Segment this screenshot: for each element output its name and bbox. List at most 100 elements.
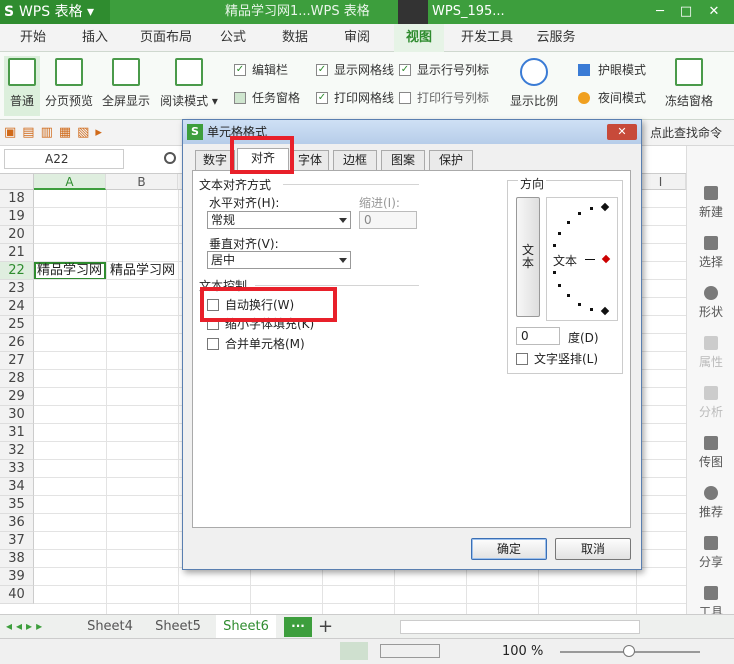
quick-access-icons[interactable]: ▣▤▥▦▧▸ bbox=[4, 125, 154, 141]
column-header-b[interactable]: B bbox=[106, 174, 178, 190]
merge-cells-checkbox[interactable]: 合并单元格(M) bbox=[207, 336, 305, 352]
tab-pattern[interactable]: 图案 bbox=[381, 150, 425, 170]
night-mode[interactable]: 夜间模式 bbox=[578, 88, 646, 108]
row-header[interactable]: 40 bbox=[0, 586, 34, 604]
cancel-button[interactable]: 取消 bbox=[555, 538, 631, 560]
column-header-a[interactable]: A bbox=[34, 174, 106, 190]
sidebar-item-property[interactable]: 属性 bbox=[687, 336, 734, 370]
check-show-gridlines[interactable]: ✓ 显示网格线 bbox=[316, 60, 394, 80]
row-header[interactable]: 27 bbox=[0, 352, 34, 370]
column-header-i[interactable]: I bbox=[636, 174, 686, 190]
sidebar-item-recommend[interactable]: 推荐 bbox=[687, 486, 734, 520]
dial-handle-icon[interactable] bbox=[601, 254, 611, 264]
close-window-button[interactable]: ✕ bbox=[702, 0, 726, 24]
row-header[interactable]: 31 bbox=[0, 424, 34, 442]
zoom-slider-thumb[interactable] bbox=[623, 645, 635, 657]
eye-care-mode[interactable]: 护眼模式 bbox=[578, 60, 646, 80]
row-header[interactable]: 24 bbox=[0, 298, 34, 316]
row-header[interactable]: 28 bbox=[0, 370, 34, 388]
dial-tick bbox=[600, 202, 610, 212]
check-print-headers[interactable]: 打印行号列标 bbox=[399, 88, 489, 108]
check-print-gridlines[interactable]: ✓ 打印网格线 bbox=[316, 88, 394, 108]
maximize-button[interactable]: □ bbox=[674, 0, 698, 24]
minimize-button[interactable]: ─ bbox=[648, 0, 672, 24]
tab-protection[interactable]: 保护 bbox=[429, 150, 473, 170]
horizontal-scrollbar[interactable] bbox=[400, 620, 640, 634]
row-header[interactable]: 35 bbox=[0, 496, 34, 514]
tab-view[interactable]: 视图 bbox=[394, 24, 444, 52]
check-formula-bar[interactable]: ✓ 编辑栏 bbox=[234, 60, 288, 80]
horizontal-align-select[interactable]: 常规 bbox=[207, 211, 351, 229]
name-box[interactable]: A22 bbox=[4, 149, 124, 169]
indent-spinner[interactable]: 0 bbox=[359, 211, 417, 229]
row-header[interactable]: 18 bbox=[0, 190, 34, 208]
checkbox-icon bbox=[399, 92, 411, 104]
normal-view-status-icon[interactable] bbox=[340, 642, 368, 660]
orientation-dial[interactable]: 文本 bbox=[546, 197, 618, 321]
row-header[interactable]: 36 bbox=[0, 514, 34, 532]
sheet-tab-active[interactable]: Sheet6 bbox=[216, 615, 276, 639]
app-menu-button[interactable]: S WPS 表格 ▾ bbox=[0, 0, 110, 24]
dialog-close-button[interactable]: ✕ bbox=[607, 124, 637, 140]
row-header[interactable]: 19 bbox=[0, 208, 34, 226]
sheet-tab[interactable]: Sheet5 bbox=[148, 615, 208, 639]
tab-review[interactable]: 审阅 bbox=[334, 24, 380, 52]
tab-border[interactable]: 边框 bbox=[333, 150, 377, 170]
page-break-preview-button[interactable]: 分页预览 bbox=[44, 56, 94, 116]
cell-a22[interactable]: 精品学习网 bbox=[37, 263, 102, 279]
row-header[interactable]: 22 bbox=[0, 262, 34, 280]
tab-number[interactable]: 数字 bbox=[195, 150, 235, 170]
row-header[interactable]: 30 bbox=[0, 406, 34, 424]
row-header[interactable]: 32 bbox=[0, 442, 34, 460]
tab-home[interactable]: 开始 bbox=[8, 24, 58, 52]
user-account[interactable]: WPS_195... bbox=[398, 0, 505, 24]
tab-developer[interactable]: 开发工具 bbox=[456, 24, 518, 52]
row-header[interactable]: 38 bbox=[0, 550, 34, 568]
row-header[interactable]: 23 bbox=[0, 280, 34, 298]
dial-text: 文本 bbox=[553, 254, 578, 268]
row-header[interactable]: 21 bbox=[0, 244, 34, 262]
check-show-headers[interactable]: ✓ 显示行号列标 bbox=[399, 60, 489, 80]
tab-insert[interactable]: 插入 bbox=[72, 24, 118, 52]
tab-formula[interactable]: 公式 bbox=[210, 24, 256, 52]
dial-tick bbox=[590, 307, 594, 311]
tab-page-layout[interactable]: 页面布局 bbox=[133, 24, 199, 52]
sidebar-item-select[interactable]: 选择 bbox=[687, 236, 734, 270]
sidebar-item-shape[interactable]: 形状 bbox=[687, 286, 734, 320]
sidebar-item-share[interactable]: 分享 bbox=[687, 536, 734, 570]
fullscreen-button[interactable]: 全屏显示 bbox=[100, 56, 152, 116]
sheet-tab[interactable]: Sheet4 bbox=[80, 615, 140, 639]
tab-cloud[interactable]: 云服务 bbox=[530, 24, 582, 52]
reading-mode-button[interactable]: 阅读模式 ▾ bbox=[158, 56, 220, 116]
cell-b22[interactable]: 精品学习网 bbox=[110, 263, 175, 279]
sheet-nav-arrows-icon[interactable]: ◂◂▸▸ bbox=[6, 619, 46, 633]
sidebar-item-upload-image[interactable]: 传图 bbox=[687, 436, 734, 470]
zoom-ratio-button[interactable]: 显示比例 bbox=[506, 56, 562, 116]
tab-font[interactable]: 字体 bbox=[291, 150, 329, 170]
check-task-pane[interactable]: 任务窗格 bbox=[234, 88, 300, 108]
row-header[interactable]: 20 bbox=[0, 226, 34, 244]
row-header[interactable]: 37 bbox=[0, 532, 34, 550]
row-header[interactable]: 26 bbox=[0, 334, 34, 352]
vertical-align-select[interactable]: 居中 bbox=[207, 251, 351, 269]
row-header[interactable]: 39 bbox=[0, 568, 34, 586]
row-header[interactable]: 25 bbox=[0, 316, 34, 334]
ok-button[interactable]: 确定 bbox=[471, 538, 547, 560]
vertical-text-checkbox[interactable]: 文字竖排(L) bbox=[516, 351, 598, 367]
add-sheet-button[interactable]: + bbox=[318, 615, 333, 639]
row-header[interactable]: 33 bbox=[0, 460, 34, 478]
normal-view-button[interactable]: 普通 bbox=[4, 56, 40, 116]
more-sheets-button[interactable]: ··· bbox=[284, 617, 312, 637]
zoom-icon[interactable] bbox=[164, 152, 176, 164]
find-command-hint[interactable]: 点此查找命令 bbox=[650, 124, 722, 141]
freeze-panes-button[interactable]: 冻结窗格 bbox=[662, 56, 716, 116]
layout-view-icons[interactable] bbox=[380, 644, 440, 658]
select-all-corner[interactable] bbox=[0, 174, 34, 190]
row-header[interactable]: 34 bbox=[0, 478, 34, 496]
row-header[interactable]: 29 bbox=[0, 388, 34, 406]
sidebar-item-analysis[interactable]: 分析 bbox=[687, 386, 734, 420]
vertical-text-button[interactable]: 文本 bbox=[516, 197, 540, 317]
degree-spinner[interactable]: 0 bbox=[516, 327, 560, 345]
tab-data[interactable]: 数据 bbox=[272, 24, 318, 52]
sidebar-item-new[interactable]: 新建 bbox=[687, 186, 734, 220]
